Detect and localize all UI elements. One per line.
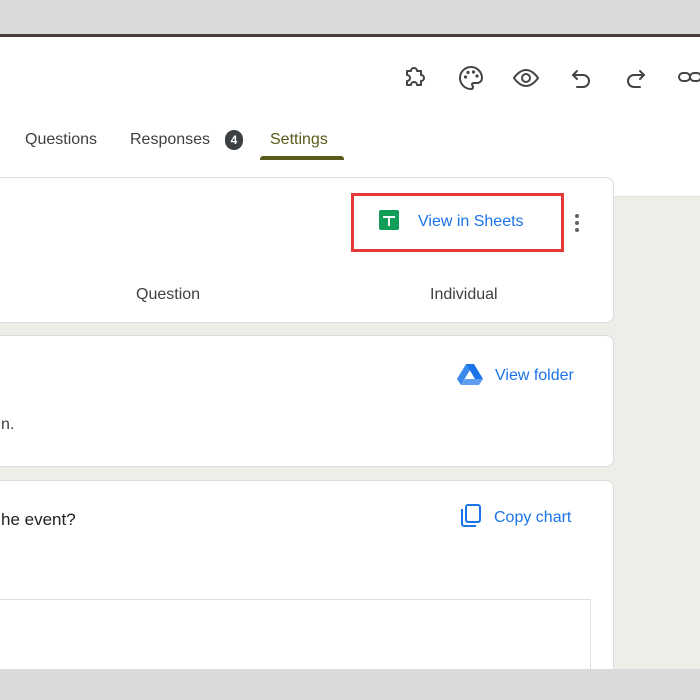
active-tab-indicator [260, 156, 344, 160]
tab-bar: Questions Responses 4 Settings [0, 125, 700, 163]
upload-folder-card: View folder n. [0, 335, 614, 467]
tab-responses[interactable]: Responses [130, 125, 210, 163]
addons-icon[interactable] [402, 65, 428, 91]
view-folder-label: View folder [495, 367, 574, 384]
sheets-icon [378, 209, 400, 236]
more-options-icon[interactable] [573, 214, 581, 235]
copy-chart-label: Copy chart [494, 509, 572, 526]
responses-count-badge: 4 [225, 130, 243, 150]
copy-chart-button[interactable]: Copy chart [460, 503, 572, 533]
chart-area [0, 599, 591, 669]
undo-icon[interactable] [569, 66, 593, 90]
question-title: he event? [1, 510, 76, 529]
column-question[interactable]: Question [136, 286, 200, 304]
view-in-sheets-label: View in Sheets [418, 213, 524, 230]
copy-icon [460, 503, 482, 533]
drive-icon [457, 363, 483, 390]
view-folder-button[interactable]: View folder [457, 363, 574, 390]
column-individual[interactable]: Individual [430, 286, 498, 304]
palette-icon[interactable] [458, 65, 484, 91]
question-chart-card: he event? Copy chart [0, 480, 614, 669]
folder-description: n. [1, 416, 15, 433]
summary-card: View in Sheets Question Individual [0, 177, 614, 323]
header-bar: Questions Responses 4 Settings [0, 37, 700, 197]
link-icon[interactable] [678, 69, 700, 87]
forms-window: Questions Responses 4 Settings View in S… [0, 34, 700, 669]
redo-icon[interactable] [624, 66, 648, 90]
eye-icon[interactable] [512, 66, 540, 90]
view-in-sheets-button[interactable]: View in Sheets [378, 209, 524, 236]
tab-questions[interactable]: Questions [25, 125, 97, 163]
